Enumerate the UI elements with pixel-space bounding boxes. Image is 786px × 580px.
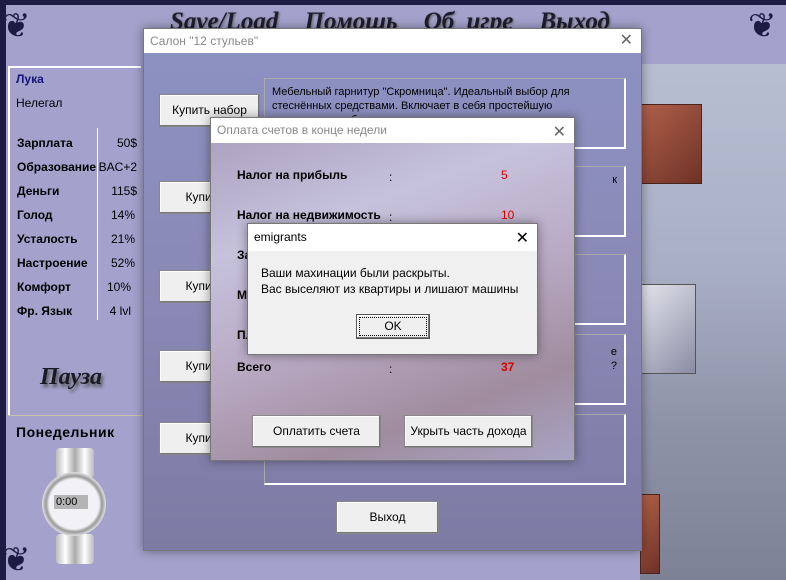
building-image[interactable]: [640, 284, 696, 374]
stat-label: Настроение: [17, 256, 88, 270]
message-line: Вас выселяют из квартиры и лишают машины: [261, 282, 519, 296]
stat-value: 21%: [110, 232, 135, 246]
stat-value: 50$: [116, 136, 137, 150]
stat-label: Комфорт: [17, 280, 71, 294]
ornament-icon: ❦: [748, 6, 777, 46]
stat-row: Усталость 21%: [17, 232, 137, 246]
message-text: Ваши махинации были раскрыты. Вас выселя…: [261, 265, 518, 297]
player-name: Лука: [16, 72, 44, 86]
bill-colon: :: [389, 210, 393, 224]
bill-label: Налог на недвижимость: [237, 208, 381, 222]
bill-label: Налог на прибыль: [237, 168, 348, 182]
bill-value: 5: [501, 168, 508, 182]
building-image[interactable]: [640, 104, 702, 184]
bill-colon: :: [389, 170, 393, 184]
ok-button[interactable]: OK: [356, 314, 430, 339]
bill-label: Всего: [237, 360, 272, 374]
stat-row: Комфорт 10%: [17, 280, 137, 294]
stat-row: Зарплата 50$: [17, 136, 137, 150]
bill-total: 37: [501, 360, 515, 374]
building-image[interactable]: [640, 494, 660, 574]
watch-icon: 0:00: [40, 448, 110, 564]
stat-value: 115$: [111, 184, 137, 198]
stat-row: Образование BAC+2: [17, 160, 137, 174]
bill-label: М: [237, 288, 247, 302]
player-status: Нелегал: [16, 96, 63, 110]
hide-income-button[interactable]: Укрыть часть дохода: [404, 415, 533, 448]
bills-titlebar: Оплата счетов в конце недели ✕: [211, 118, 574, 143]
close-icon[interactable]: ✕: [620, 29, 633, 53]
stat-label: Образование: [17, 160, 97, 174]
stat-label: Фр. Язык: [17, 304, 73, 318]
bill-value: 10: [501, 208, 515, 222]
stat-label: Деньги: [17, 184, 60, 198]
stat-row: Фр. Язык 4 lvl: [17, 304, 137, 318]
stat-label: Усталость: [17, 232, 78, 246]
message-titlebar: emigrants ✕: [248, 224, 537, 251]
message-line: Ваши махинации были раскрыты.: [261, 266, 450, 280]
ok-label: OK: [359, 317, 427, 336]
stat-value: 14%: [110, 208, 135, 222]
bill-colon: :: [389, 362, 393, 376]
close-icon[interactable]: ✕: [516, 225, 529, 252]
stat-row: Настроение 52%: [17, 256, 137, 270]
stat-value: 10%: [106, 280, 131, 294]
ornament-icon: ❦: [2, 6, 31, 46]
divider: [8, 415, 143, 416]
stat-value: 52%: [110, 256, 135, 270]
stat-row: Голод 14%: [17, 208, 137, 222]
stat-value: 4 lvl: [109, 304, 131, 318]
pause-button[interactable]: Пауза: [40, 364, 102, 391]
left-border: [0, 0, 6, 580]
ornament-icon: ❦: [2, 540, 31, 580]
close-icon[interactable]: ✕: [553, 120, 566, 145]
stat-row: Деньги 115$: [17, 184, 137, 198]
clock-display: 0:00: [54, 495, 88, 509]
salon-titlebar: Салон "12 стульев" ✕: [144, 29, 641, 53]
salon-title: Салон "12 стульев": [150, 34, 259, 48]
watch-strap: [56, 534, 94, 564]
bills-title: Оплата счетов в конце недели: [217, 123, 387, 137]
message-title: emigrants: [254, 230, 307, 244]
message-dialog: emigrants ✕ Ваши махинации были раскрыты…: [247, 223, 538, 355]
exit-button[interactable]: Выход: [336, 501, 439, 534]
top-border: [0, 0, 786, 5]
day-label: Понедельник: [16, 424, 115, 440]
stat-label: Голод: [17, 208, 53, 222]
stat-label: Зарплата: [17, 136, 73, 150]
city-view: [640, 64, 786, 580]
stat-value: BAC+2: [98, 160, 137, 174]
pay-bills-button[interactable]: Оплатить счета: [252, 415, 381, 448]
